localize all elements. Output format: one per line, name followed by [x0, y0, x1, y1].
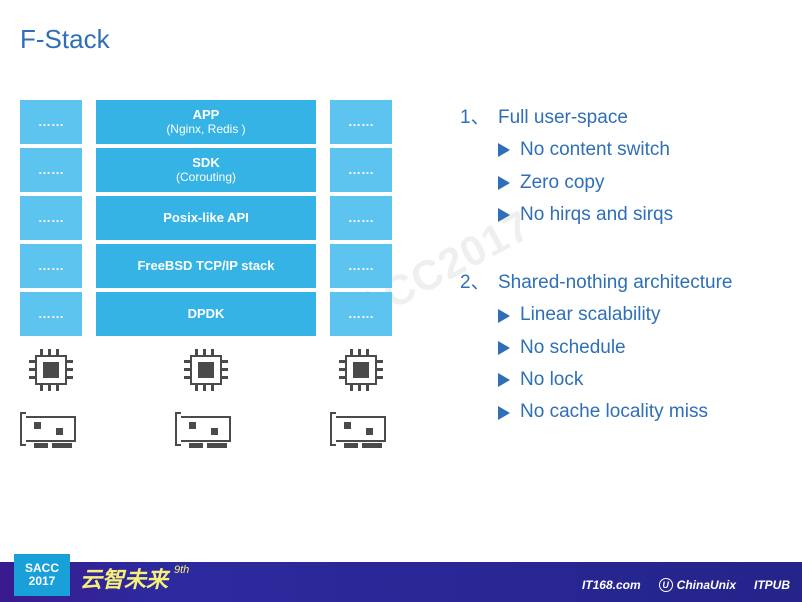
heading-2-text: Shared-nothing architecture [498, 267, 732, 299]
box-placeholder: …… [20, 100, 82, 144]
triangle-icon [498, 176, 510, 190]
sacc-badge: SACC 2017 [14, 554, 70, 596]
cpu-icon-row [20, 348, 82, 392]
cpu-icon [336, 348, 386, 392]
box-placeholder: …… [20, 196, 82, 240]
bullet-area: 1、 Full user-space No content switch Zer… [460, 100, 800, 429]
bullet-text: No cache locality miss [520, 396, 708, 428]
diagram-area: …… …… …… …… …… [20, 100, 392, 448]
sponsor-list: IT168.com U ChinaUnix ITPUB [582, 578, 790, 592]
box-app-sub: (Nginx, Redis ) [166, 123, 245, 137]
box-placeholder: …… [20, 292, 82, 336]
box-app-title: APP [193, 108, 220, 123]
triangle-icon [498, 143, 510, 157]
box-dpdk: DPDK [96, 292, 316, 336]
bullet-item: Linear scalability [498, 299, 800, 331]
triangle-icon [498, 373, 510, 387]
box-placeholder: …… [330, 148, 392, 192]
box-freebsd: FreeBSD TCP/IP stack [96, 244, 316, 288]
stack-column-right: …… …… …… …… …… [330, 100, 392, 448]
box-placeholder: …… [330, 196, 392, 240]
heading-2-num: 2、 [460, 267, 498, 299]
bullet-item: No cache locality miss [498, 396, 800, 428]
box-placeholder: …… [330, 100, 392, 144]
box-posix: Posix-like API [96, 196, 316, 240]
slide-title: F-Stack [20, 24, 110, 55]
bullet-item: No content switch [498, 134, 800, 166]
heading-1-num: 1、 [460, 102, 498, 134]
stack-column-main: APP (Nginx, Redis ) SDK (Corouting) Posi… [96, 100, 316, 448]
box-sdk-title: SDK [192, 156, 219, 171]
bullet-item: Zero copy [498, 167, 800, 199]
footer-ninth: 9th [174, 564, 189, 576]
sacc-year: 2017 [29, 575, 56, 588]
cpu-icon-row [96, 348, 316, 392]
cpu-icon [26, 348, 76, 392]
box-placeholder: …… [330, 244, 392, 288]
box-placeholder: …… [330, 292, 392, 336]
triangle-icon [498, 309, 510, 323]
chinaunix-icon: U [659, 578, 673, 592]
bullet-item: No lock [498, 364, 800, 396]
bullet-text: No schedule [520, 332, 626, 364]
heading-1-text: Full user-space [498, 102, 628, 134]
bullet-text: Linear scalability [520, 299, 660, 331]
heading-2: 2、 Shared-nothing architecture [460, 267, 800, 299]
nic-icon-row [20, 404, 82, 448]
footer-cn-title: 云智未来 [80, 562, 168, 594]
triangle-icon [498, 208, 510, 222]
bullet-text: No content switch [520, 134, 670, 166]
box-placeholder: …… [20, 244, 82, 288]
chinaunix-text: ChinaUnix [677, 578, 736, 592]
nic-icon [175, 410, 237, 448]
bullet-item: No hirqs and sirqs [498, 199, 800, 231]
stack-column-left: …… …… …… …… …… [20, 100, 82, 448]
sponsor-itpub: ITPUB [754, 578, 790, 592]
box-sdk-sub: (Corouting) [176, 171, 236, 185]
footer-bar: SACC 2017 云智未来 9th IT168.com U ChinaUnix… [0, 562, 802, 602]
cpu-icon [181, 348, 231, 392]
heading-1: 1、 Full user-space [460, 102, 800, 134]
nic-icon [330, 410, 392, 448]
nic-icon [20, 410, 82, 448]
box-sdk: SDK (Corouting) [96, 148, 316, 192]
bullet-item: No schedule [498, 332, 800, 364]
nic-icon-row [96, 404, 316, 448]
triangle-icon [498, 341, 510, 355]
bullet-text: No hirqs and sirqs [520, 199, 673, 231]
nic-icon-row [330, 404, 392, 448]
bullet-text: Zero copy [520, 167, 604, 199]
box-app: APP (Nginx, Redis ) [96, 100, 316, 144]
box-placeholder: …… [20, 148, 82, 192]
triangle-icon [498, 406, 510, 420]
sponsor-chinaunix: U ChinaUnix [659, 578, 736, 592]
cpu-icon-row [330, 348, 392, 392]
sponsor-it168: IT168.com [582, 578, 641, 592]
bullet-text: No lock [520, 364, 583, 396]
slide: F-Stack SACC2017 …… …… …… …… …… [0, 0, 802, 602]
